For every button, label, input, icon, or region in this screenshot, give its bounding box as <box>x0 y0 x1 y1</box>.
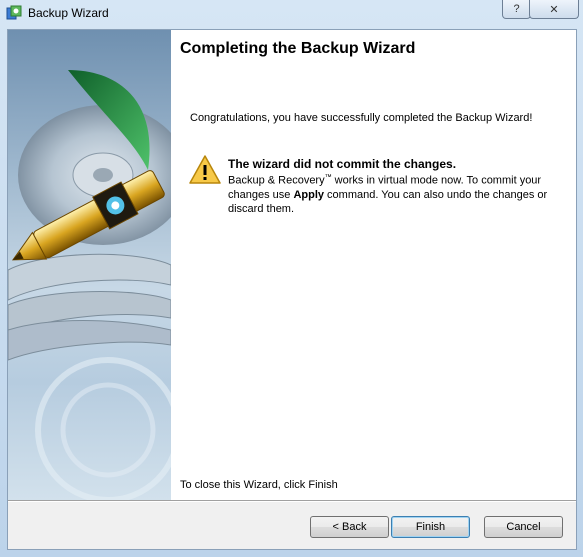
trademark-symbol: ™ <box>324 174 332 181</box>
warning-icon <box>189 155 221 184</box>
cancel-button[interactable]: Cancel <box>484 516 563 538</box>
title-bar[interactable]: Backup Wizard ? ✕ <box>0 0 583 28</box>
help-icon: ? <box>513 3 520 15</box>
close-hint-text: To close this Wizard, click Finish <box>180 479 338 491</box>
warning-body: Backup & Recovery™ works in virtual mode… <box>228 171 563 216</box>
wizard-banner-image <box>8 30 171 500</box>
wizard-content-panel: Completing the Backup Wizard Congratulat… <box>171 30 576 500</box>
page-title: Completing the Backup Wizard <box>180 40 416 57</box>
disk-pen-illustration <box>8 70 171 500</box>
wizard-client-area: Completing the Backup Wizard Congratulat… <box>7 29 577 550</box>
wizard-window: Backup Wizard ? ✕ Completing the Backup … <box>0 0 583 557</box>
finish-button[interactable]: Finish <box>391 516 470 538</box>
window-title: Backup Wizard <box>28 6 109 20</box>
warning-product-name: Backup & Recovery <box>228 174 325 187</box>
close-icon: ✕ <box>549 3 559 16</box>
button-separator <box>8 500 576 502</box>
backup-app-icon <box>6 5 22 20</box>
help-button[interactable]: ? <box>502 0 531 19</box>
warning-title: The wizard did not commit the changes. <box>228 157 457 171</box>
close-button[interactable]: ✕ <box>529 0 579 19</box>
warning-message: The wizard did not commit the changes. B… <box>228 157 563 216</box>
congratulations-text: Congratulations, you have successfully c… <box>190 112 533 124</box>
back-button[interactable]: < Back <box>310 516 389 538</box>
apply-command-label: Apply <box>293 188 324 201</box>
